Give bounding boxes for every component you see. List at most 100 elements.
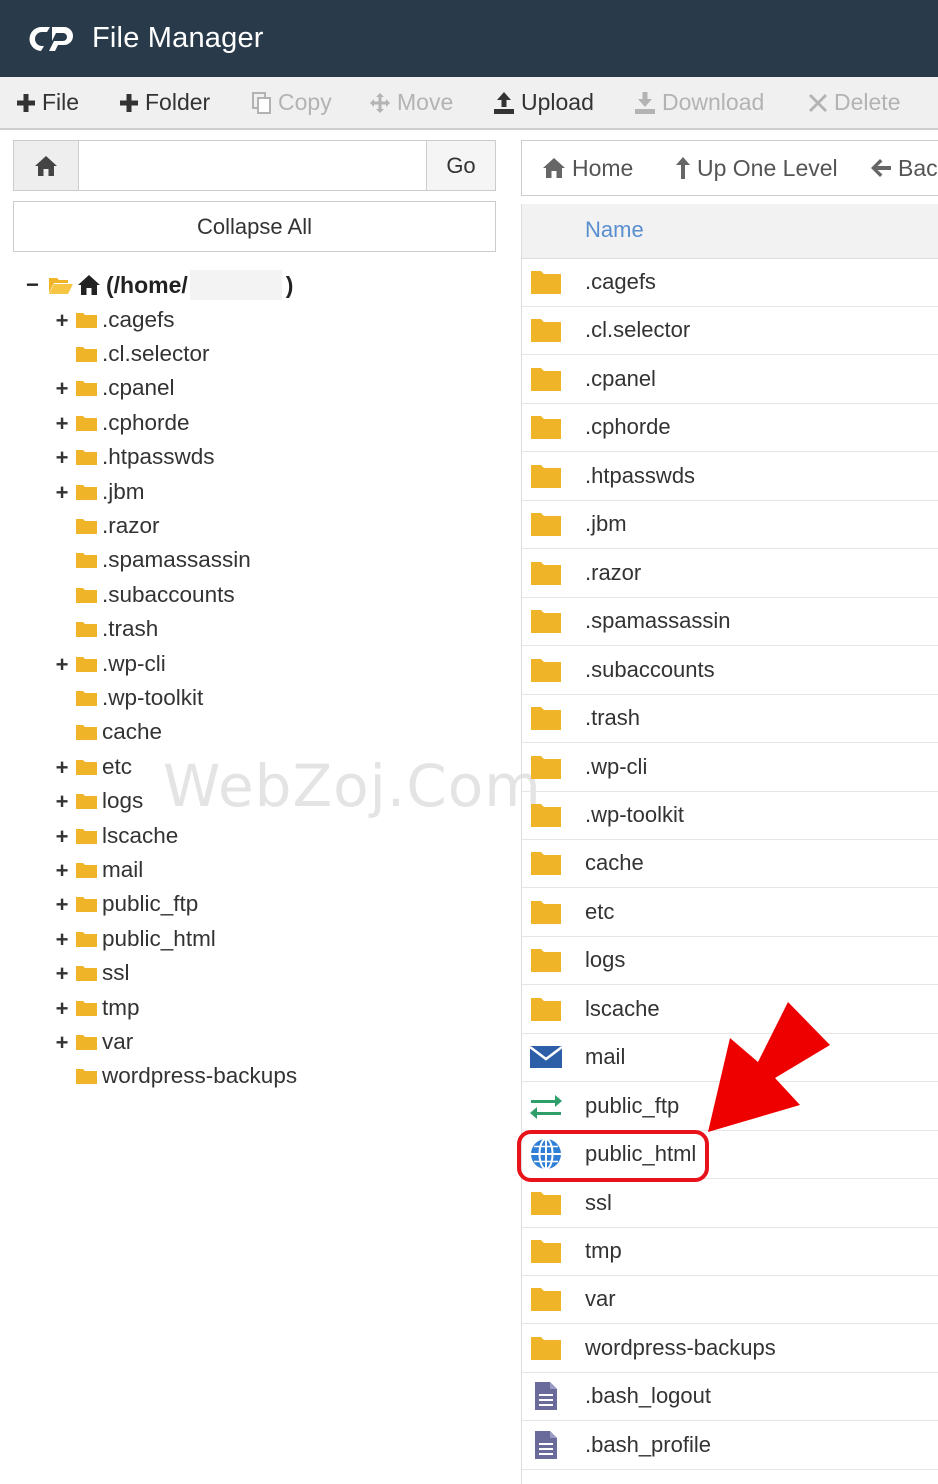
file-row-icon xyxy=(529,1042,563,1072)
expand-toggle[interactable]: + xyxy=(53,411,71,437)
tree-item[interactable]: + etc xyxy=(56,750,132,784)
back-button[interactable]: Back xyxy=(870,141,938,195)
file-row[interactable]: mail xyxy=(522,1034,938,1083)
collapse-all-button[interactable]: Collapse All xyxy=(13,201,496,252)
tree-item[interactable]: + lscache xyxy=(56,819,179,853)
tree-item[interactable]: .wp-toolkit xyxy=(75,681,203,715)
tree-item[interactable]: .spamassassin xyxy=(75,543,251,577)
expand-toggle[interactable]: + xyxy=(53,927,71,953)
copy-button[interactable]: Copy xyxy=(252,77,332,128)
file-name: .htpasswds xyxy=(585,462,696,488)
file-row[interactable]: logs xyxy=(522,937,938,986)
tree-item[interactable]: + .wp-cli xyxy=(56,647,166,681)
download-button[interactable]: Download xyxy=(634,77,764,128)
file-row[interactable]: .spamassassin xyxy=(522,598,938,647)
file-row[interactable]: .bash_logout xyxy=(522,1373,938,1422)
folder-icon xyxy=(531,900,561,924)
expand-toggle[interactable]: + xyxy=(53,445,71,471)
file-row[interactable]: .bash_profile xyxy=(522,1422,938,1470)
expand-toggle[interactable]: + xyxy=(53,789,71,815)
up-one-level-button[interactable]: Up One Level xyxy=(675,141,838,195)
file-row[interactable]: var xyxy=(522,1276,938,1325)
file-row-icon xyxy=(529,752,563,782)
file-row[interactable]: tmp xyxy=(522,1228,938,1276)
path-home-button[interactable] xyxy=(14,141,79,190)
file-row[interactable]: .subaccounts xyxy=(522,647,938,695)
collapse-toggle[interactable]: − xyxy=(26,272,44,298)
file-name: cache xyxy=(585,850,644,876)
tree-item[interactable]: + public_html xyxy=(56,922,216,956)
tree-item[interactable]: + .htpasswds xyxy=(56,440,215,474)
expand-toggle[interactable]: + xyxy=(53,858,71,884)
file-name: .cl.selector xyxy=(585,317,691,343)
file-row[interactable]: cache xyxy=(522,840,938,889)
text-file-icon xyxy=(535,1382,557,1411)
expand-toggle[interactable]: + xyxy=(53,755,71,781)
tree-item[interactable]: .trash xyxy=(75,612,158,646)
expand-toggle[interactable]: + xyxy=(53,652,71,678)
file-row[interactable]: .htpasswds xyxy=(522,453,938,501)
expand-toggle[interactable]: + xyxy=(53,892,71,918)
file-row[interactable]: .jbm xyxy=(522,501,938,550)
tree-item[interactable]: .razor xyxy=(75,509,160,543)
home-button[interactable]: Home xyxy=(542,141,633,195)
folder-icon xyxy=(76,725,97,741)
tree-item[interactable]: .cl.selector xyxy=(75,337,210,371)
tree-item[interactable]: cache xyxy=(75,715,162,749)
file-row[interactable]: .wp-toolkit xyxy=(522,792,938,840)
tree-item[interactable]: .subaccounts xyxy=(75,578,235,612)
expand-toggle[interactable]: + xyxy=(53,308,71,334)
go-button[interactable]: Go xyxy=(426,141,495,190)
folder-icon xyxy=(76,690,97,706)
tree-item[interactable]: wordpress-backups xyxy=(75,1059,297,1093)
exchange-arrows-icon xyxy=(530,1094,562,1119)
upload-button[interactable]: Upload xyxy=(493,77,594,128)
file-row[interactable]: .cl.selector xyxy=(522,307,938,356)
file-row[interactable]: etc xyxy=(522,889,938,937)
tree-root-label: (/home/ xyxy=(106,271,188,298)
file-row[interactable]: .cagefs xyxy=(522,259,938,307)
file-row[interactable]: .razor xyxy=(522,550,938,598)
tree-item[interactable]: + tmp xyxy=(56,991,140,1025)
expand-toggle[interactable]: + xyxy=(53,824,71,850)
up-one-level-label: Up One Level xyxy=(697,154,838,181)
expand-toggle[interactable]: + xyxy=(53,996,71,1022)
folder-icon xyxy=(76,553,97,569)
move-arrows-icon xyxy=(369,92,391,114)
expand-toggle[interactable]: + xyxy=(53,1030,71,1056)
move-button[interactable]: Move xyxy=(369,77,453,128)
copy-icon xyxy=(252,91,272,114)
delete-button[interactable]: Delete xyxy=(808,77,900,128)
file-row[interactable]: lscache xyxy=(522,986,938,1034)
folder-icon xyxy=(531,561,561,585)
tree-item[interactable]: + var xyxy=(56,1025,134,1059)
file-row[interactable]: public_html xyxy=(522,1131,938,1180)
new-file-button[interactable]: File xyxy=(16,77,79,128)
name-column-header[interactable]: Name xyxy=(585,217,644,243)
folder-icon xyxy=(76,518,97,534)
new-file-label: File xyxy=(42,89,80,115)
tree-item[interactable]: + public_ftp xyxy=(56,887,199,921)
tree-item[interactable]: + .cphorde xyxy=(56,406,190,440)
folder-icon xyxy=(76,828,97,844)
file-row[interactable]: .cpanel xyxy=(522,356,938,404)
expand-toggle[interactable]: + xyxy=(53,376,71,402)
tree-item[interactable]: + mail xyxy=(56,853,144,887)
new-folder-button[interactable]: Folder xyxy=(119,77,210,128)
tree-item[interactable]: + .jbm xyxy=(56,475,145,509)
expand-toggle[interactable]: + xyxy=(53,480,71,506)
file-row[interactable]: .wp-cli xyxy=(522,744,938,792)
tree-root[interactable]: − (/home/ ) xyxy=(26,268,293,302)
path-input[interactable] xyxy=(79,141,426,190)
expand-toggle[interactable]: + xyxy=(53,961,71,987)
tree-item[interactable]: + .cagefs xyxy=(56,303,175,337)
file-row[interactable]: ssl xyxy=(522,1180,938,1228)
file-row[interactable]: wordpress-backups xyxy=(522,1325,938,1373)
file-row[interactable]: .trash xyxy=(522,695,938,744)
file-row[interactable]: public_ftp xyxy=(522,1083,938,1131)
tree-item[interactable]: + .cpanel xyxy=(56,371,175,405)
tree-item[interactable]: + logs xyxy=(56,784,144,818)
file-row[interactable]: .cphorde xyxy=(522,404,938,453)
folder-icon xyxy=(531,1288,561,1312)
tree-item[interactable]: + ssl xyxy=(56,956,130,990)
